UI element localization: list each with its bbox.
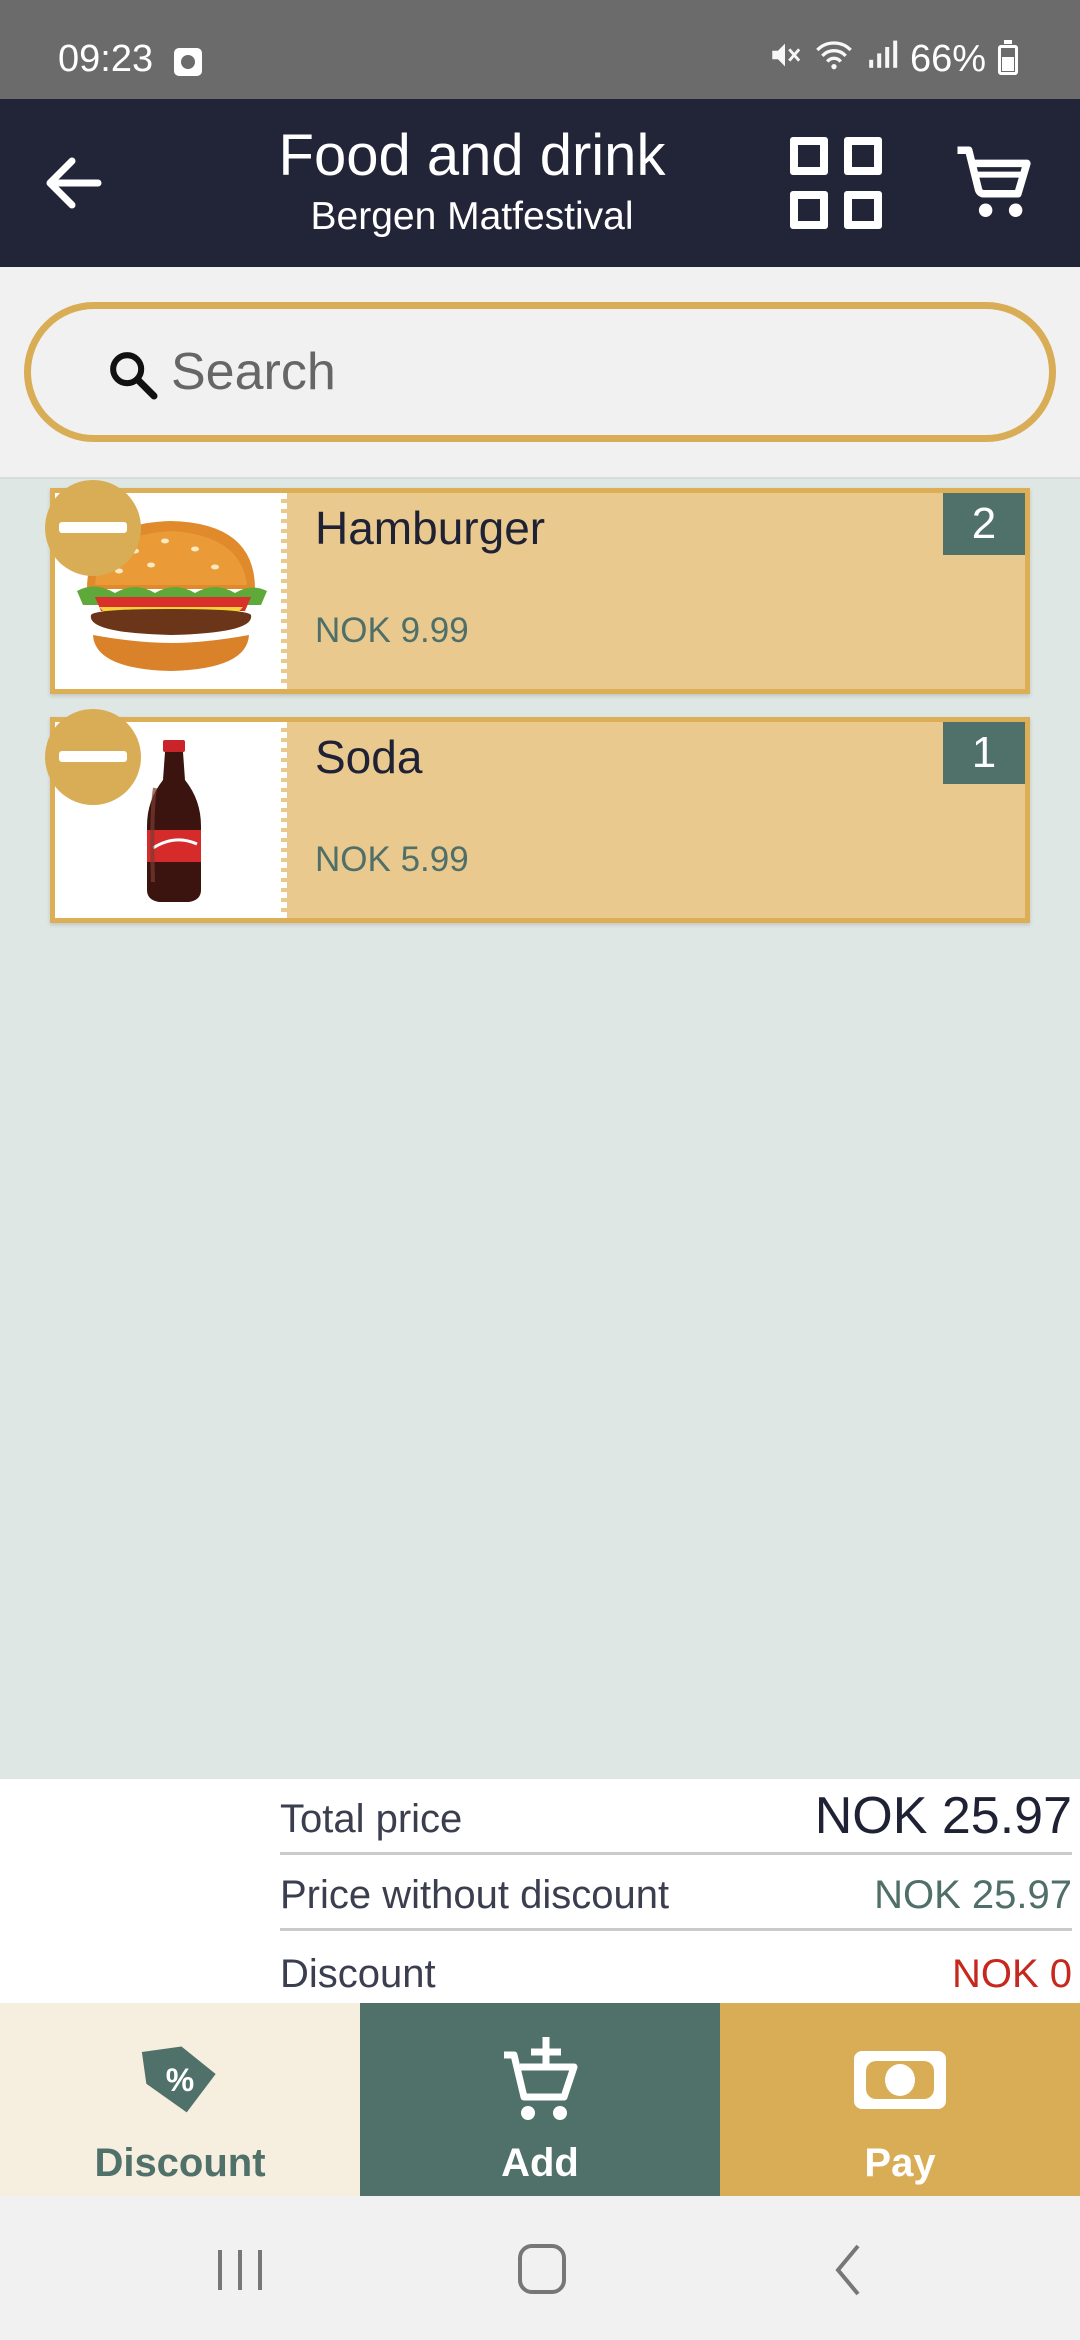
recent-apps-icon: [218, 2250, 262, 2290]
cart-icon: [957, 146, 1031, 217]
totals-panel: Total price NOK 25.97 Price without disc…: [0, 1779, 1080, 2003]
action-bar: % Discount Add Pay: [0, 2003, 1080, 2196]
discount-row: Discount NOK 0: [280, 1931, 1072, 2007]
decrease-quantity-button[interactable]: [45, 709, 141, 805]
item-name: Soda: [315, 731, 423, 783]
list-item[interactable]: Soda NOK 5.99 1: [50, 717, 1030, 923]
svg-text:%: %: [166, 2062, 194, 2098]
status-indicators: 66%: [768, 38, 1018, 81]
item-price: NOK 5.99: [315, 840, 469, 879]
notification-icon: [174, 48, 202, 76]
discount-value: NOK 0: [951, 1952, 1072, 1996]
add-button[interactable]: Add: [360, 2003, 720, 2196]
discount-button-label: Discount: [94, 2141, 266, 2185]
title-block: Food and drink Bergen Matfestival: [222, 121, 722, 243]
add-to-cart-icon: [504, 2037, 578, 2120]
discount-button[interactable]: % Discount: [0, 2003, 360, 2196]
search-icon: [110, 352, 158, 400]
minus-icon: [59, 522, 127, 533]
grid-view-button[interactable]: [790, 137, 886, 233]
status-time: 09:23: [58, 38, 154, 80]
battery-percent: 66%: [909, 38, 986, 80]
list-item[interactable]: Hamburger NOK 9.99 2: [50, 488, 1030, 694]
recent-apps-button[interactable]: [200, 2240, 280, 2300]
back-arrow-icon: [46, 157, 102, 209]
home-button[interactable]: [502, 2240, 582, 2300]
search-area: [0, 267, 1080, 479]
item-price: NOK 9.99: [315, 611, 469, 650]
home-icon: [518, 2244, 566, 2294]
mute-icon: [768, 38, 802, 81]
decrease-quantity-button[interactable]: [45, 480, 141, 576]
quantity-badge: 2: [943, 493, 1025, 555]
cart-button[interactable]: [950, 139, 1040, 229]
pay-button-label: Pay: [864, 2141, 936, 2185]
app-bar: Food and drink Bergen Matfestival: [0, 99, 1080, 267]
chevron-left-icon: [835, 2244, 860, 2296]
price-without-discount-label: Price without discount: [280, 1873, 670, 1917]
quantity-badge: 1: [943, 722, 1025, 784]
total-price-label: Total price: [280, 1797, 463, 1841]
search-input[interactable]: [171, 337, 1011, 407]
wifi-icon: [814, 38, 854, 81]
back-button[interactable]: [38, 143, 108, 223]
price-without-discount-value: NOK 25.97: [874, 1873, 1072, 1917]
discount-label: Discount: [280, 1952, 436, 1996]
item-name: Hamburger: [315, 502, 546, 554]
price-without-discount-row: Price without discount NOK 25.97: [280, 1855, 1072, 1931]
battery-icon: [998, 39, 1018, 75]
status-bar: 09:23 66%: [0, 0, 1080, 99]
cash-icon: [854, 2051, 946, 2109]
pay-button[interactable]: Pay: [720, 2003, 1080, 2196]
page-subtitle: Bergen Matfestival: [310, 195, 634, 238]
total-price-value: NOK 25.97: [814, 1787, 1072, 1845]
system-nav-bar: [0, 2196, 1080, 2340]
minus-icon: [59, 751, 127, 762]
back-nav-button[interactable]: [808, 2240, 888, 2300]
discount-tag-icon: %: [141, 2046, 216, 2113]
total-price-row: Total price NOK 25.97: [280, 1779, 1072, 1855]
add-button-label: Add: [501, 2141, 579, 2185]
search-box[interactable]: [24, 302, 1056, 442]
signal-icon: [866, 39, 898, 80]
page-title: Food and drink: [278, 123, 666, 188]
